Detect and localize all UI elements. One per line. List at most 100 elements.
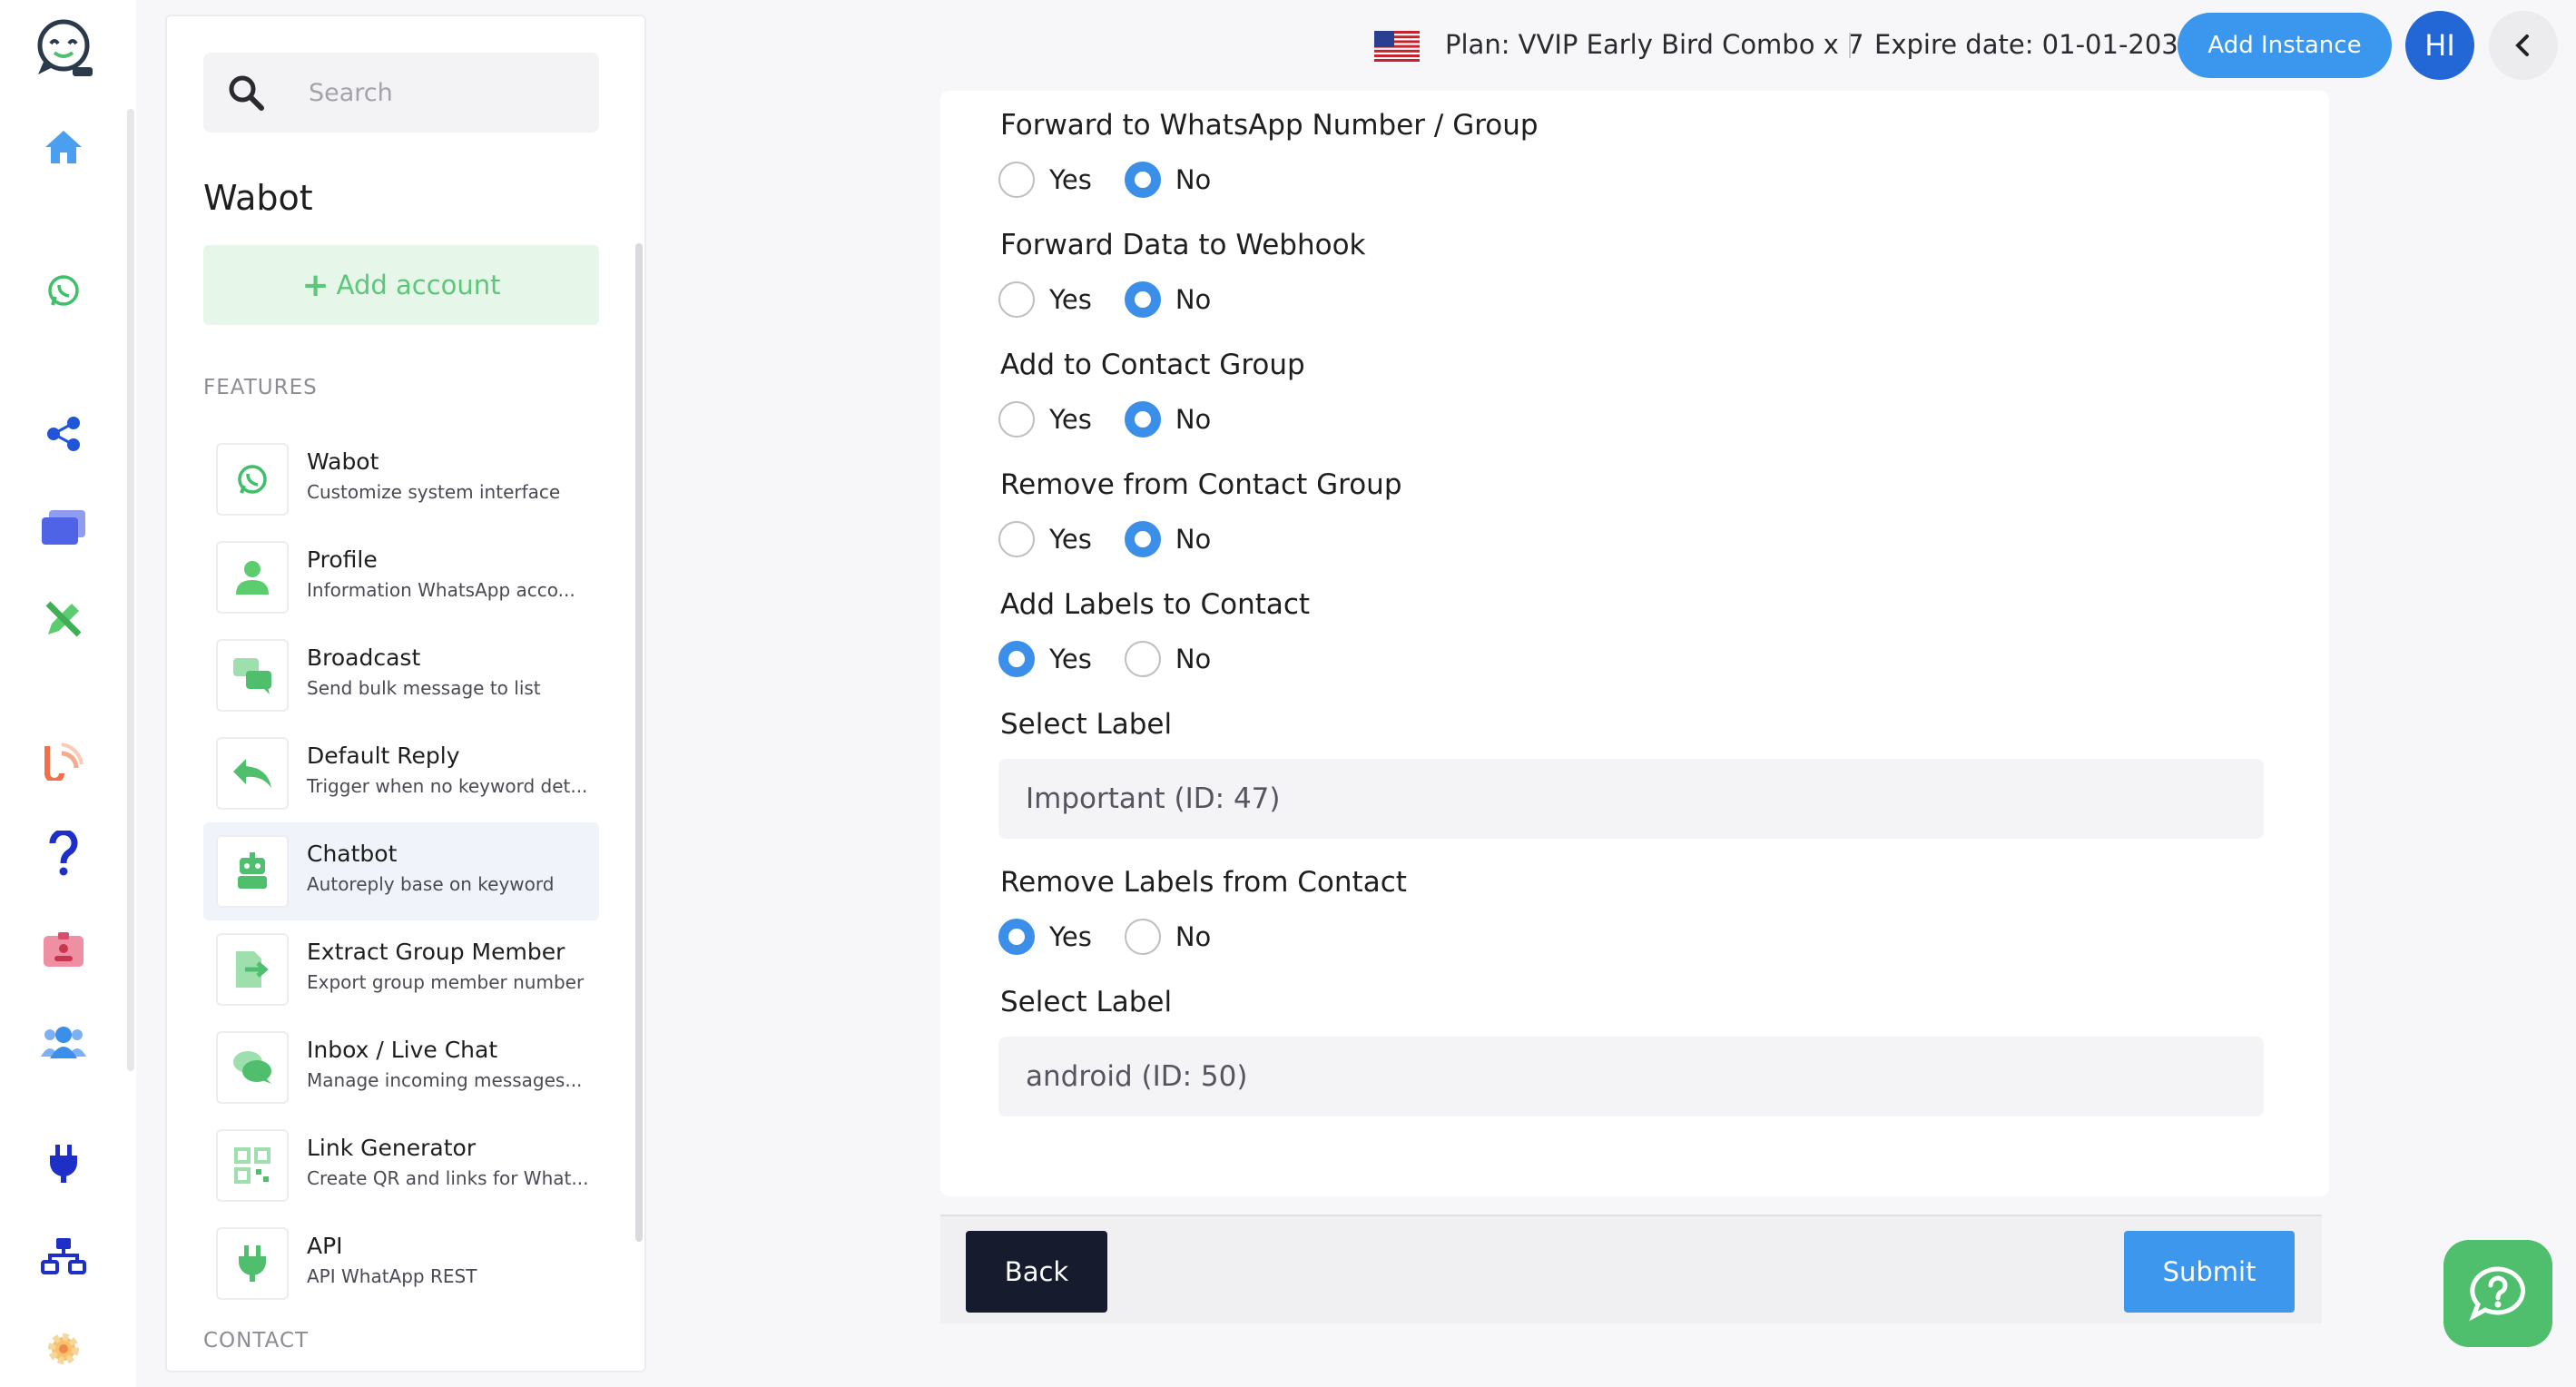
feature-name: Wabot	[307, 448, 379, 475]
users-icon[interactable]	[33, 1013, 94, 1071]
feature-item-link-generator[interactable]: Link Generator Create QR and links for W…	[203, 1116, 599, 1215]
chevron-left-icon	[2515, 34, 2529, 56]
radio-group-remove-contact-group: Yes No	[998, 519, 1244, 559]
feature-desc: Create QR and links for What...	[307, 1167, 589, 1189]
wabot-logo-icon[interactable]	[31, 16, 98, 80]
search-input[interactable]	[309, 78, 563, 107]
radio-no[interactable]: No	[1124, 281, 1212, 318]
qr-code-icon	[216, 1129, 289, 1202]
back-button[interactable]: Back	[966, 1231, 1107, 1313]
radio-no[interactable]: No	[1124, 162, 1212, 198]
feature-name: Profile	[307, 546, 378, 573]
radio-label: No	[1175, 164, 1212, 195]
select-label-field[interactable]: android (ID: 50)	[998, 1037, 2264, 1116]
folders-icon[interactable]	[33, 497, 94, 556]
sidebar-scrollbar[interactable]	[635, 243, 643, 1242]
radio-label: No	[1175, 284, 1212, 315]
radio-yes[interactable]: Yes	[998, 162, 1092, 198]
share-nodes-icon[interactable]	[33, 405, 94, 463]
gear-icon[interactable]	[33, 1320, 94, 1378]
radio-no[interactable]: No	[1124, 641, 1212, 677]
pencil-ruler-icon[interactable]	[33, 590, 94, 648]
feature-item-wabot[interactable]: Wabot Customize system interface	[203, 430, 599, 528]
feature-name: Chatbot	[307, 841, 398, 867]
rail-scrollbar[interactable]	[127, 109, 134, 1071]
whatsapp-icon	[216, 443, 289, 516]
collapse-button[interactable]	[2489, 11, 2558, 80]
icon-rail	[0, 0, 136, 1387]
feature-desc: Trigger when no keyword det...	[307, 775, 588, 797]
comments-icon	[216, 1031, 289, 1104]
top-bar: Plan: VVIP Early Bird Combo x 7 Expire d…	[1362, 0, 2576, 91]
radio-yes[interactable]: Yes	[998, 401, 1092, 438]
radio-label: Yes	[1049, 921, 1092, 952]
radio-yes[interactable]: Yes	[998, 521, 1092, 557]
question-label: Add Labels to Contact	[1000, 588, 1311, 621]
home-icon[interactable]	[33, 118, 94, 176]
radio-yes[interactable]: Yes	[998, 281, 1092, 318]
radio-group-remove-labels: Yes No	[998, 917, 1244, 957]
help-question-icon[interactable]	[33, 824, 94, 882]
search-box[interactable]	[203, 53, 599, 133]
radio-circle[interactable]	[998, 162, 1035, 198]
feature-item-extract-group-member[interactable]: Extract Group Member Export group member…	[203, 920, 599, 1018]
plan-text: Plan: VVIP Early Bird Combo x 7	[1445, 29, 1864, 60]
radio-circle[interactable]	[998, 521, 1035, 557]
radio-circle[interactable]	[1124, 281, 1161, 318]
select-label-field[interactable]: Important (ID: 47)	[998, 759, 2264, 839]
feature-name: Inbox / Live Chat	[307, 1037, 498, 1063]
avatar[interactable]: HI	[2405, 11, 2474, 80]
feature-item-inbox-live-chat[interactable]: Inbox / Live Chat Manage incoming messag…	[203, 1018, 599, 1116]
add-account-button[interactable]: + Add account	[203, 245, 599, 325]
badge-icon[interactable]	[33, 920, 94, 979]
file-export-icon	[216, 933, 289, 1006]
expire-date-text: Expire date: 01-01-2038	[1874, 29, 2196, 60]
radio-label: No	[1175, 644, 1212, 674]
radio-circle[interactable]	[1124, 919, 1161, 955]
question-label: Forward to WhatsApp Number / Group	[1000, 109, 1539, 142]
broadcast-chat-icon	[216, 639, 289, 712]
feature-item-api[interactable]: API API WhatApp REST	[203, 1215, 599, 1313]
network-icon[interactable]	[33, 1227, 94, 1285]
chat-help-button[interactable]	[2443, 1240, 2552, 1347]
select-label-title: Select Label	[1000, 986, 1173, 1018]
radio-circle[interactable]	[1124, 521, 1161, 557]
rss-icon[interactable]	[33, 732, 94, 790]
question-label: Add to Contact Group	[1000, 349, 1305, 381]
plug-icon[interactable]	[33, 1135, 94, 1193]
radio-yes[interactable]: Yes	[998, 641, 1092, 677]
feature-desc: Manage incoming messages...	[307, 1069, 583, 1091]
radio-circle[interactable]	[1124, 162, 1161, 198]
radio-group-forward-whatsapp: Yes No	[998, 160, 1244, 200]
feature-item-profile[interactable]: Profile Information WhatsApp acco...	[203, 528, 599, 626]
contact-section-label: CONTACT	[203, 1329, 310, 1353]
radio-circle[interactable]	[998, 641, 1035, 677]
whatsapp-icon[interactable]	[33, 261, 94, 320]
feature-item-chatbot[interactable]: Chatbot Autoreply base on keyword	[203, 822, 599, 920]
feature-sidebar: Wabot + Add account FEATURES Wabot Custo…	[165, 15, 646, 1372]
radio-no[interactable]: No	[1124, 401, 1212, 438]
radio-circle[interactable]	[998, 281, 1035, 318]
radio-no[interactable]: No	[1124, 521, 1212, 557]
feature-item-default-reply[interactable]: Default Reply Trigger when no keyword de…	[203, 724, 599, 822]
features-section-label: FEATURES	[203, 376, 318, 399]
radio-label: No	[1175, 524, 1212, 555]
radio-yes[interactable]: Yes	[998, 919, 1092, 955]
radio-label: Yes	[1049, 404, 1092, 435]
radio-group-add-labels: Yes No	[998, 639, 1244, 679]
radio-circle[interactable]	[998, 919, 1035, 955]
form-footer: Back Submit	[940, 1215, 2322, 1323]
radio-circle[interactable]	[998, 401, 1035, 438]
feature-desc: Send bulk message to list	[307, 677, 541, 699]
feature-item-broadcast[interactable]: Broadcast Send bulk message to list	[203, 626, 599, 724]
us-flag-icon[interactable]	[1374, 31, 1420, 62]
question-label: Forward Data to Webhook	[1000, 229, 1366, 261]
add-instance-button[interactable]: Add Instance	[2178, 13, 2392, 78]
radio-circle[interactable]	[1124, 641, 1161, 677]
radio-no[interactable]: No	[1124, 919, 1211, 955]
radio-label: No	[1175, 404, 1212, 435]
form-card: Forward to WhatsApp Number / Group Yes N…	[940, 91, 2329, 1196]
radio-circle[interactable]	[1124, 401, 1161, 438]
radio-label: Yes	[1049, 164, 1092, 195]
submit-button[interactable]: Submit	[2124, 1231, 2295, 1313]
